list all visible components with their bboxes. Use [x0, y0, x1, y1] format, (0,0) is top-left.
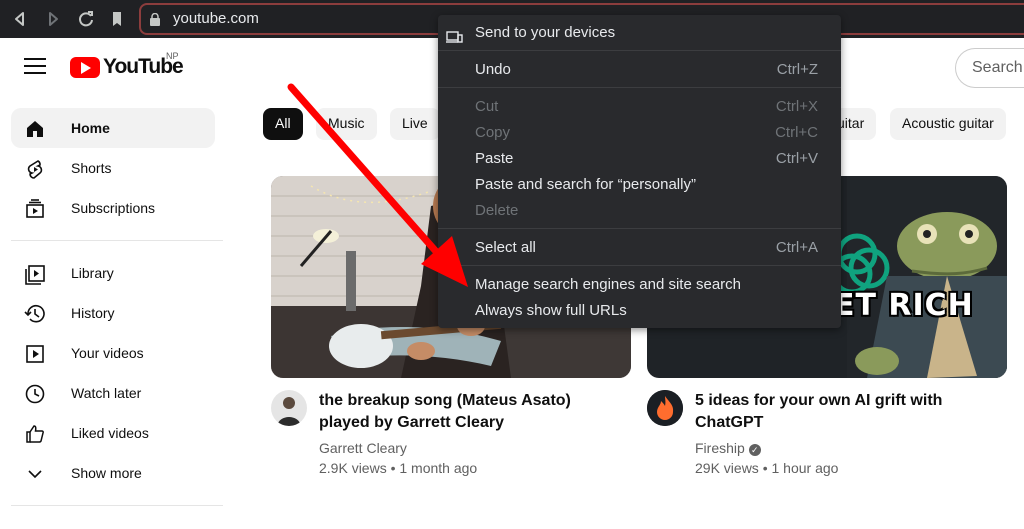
country-code: NP: [166, 51, 179, 61]
sidebar-item-label: Home: [71, 120, 110, 136]
sidebar-divider: [11, 505, 223, 506]
menu-item-paste[interactable]: Paste Ctrl+V: [438, 146, 841, 172]
url-text[interactable]: youtube.com: [173, 10, 259, 27]
sidebar-item-watch-later[interactable]: Watch later: [11, 373, 215, 413]
menu-item-label: Delete: [475, 202, 519, 219]
sidebar-item-history[interactable]: History: [11, 293, 215, 333]
hamburger-menu-icon[interactable]: [24, 58, 46, 78]
menu-item-copy: Copy Ctrl+C: [438, 120, 841, 146]
sidebar-item-label: Shorts: [71, 160, 112, 176]
shorts-icon: [24, 158, 46, 180]
watch-later-icon: [24, 383, 46, 405]
channel-name[interactable]: Garrett Cleary: [319, 440, 407, 456]
menu-item-label: Paste and search for “personally”: [475, 176, 696, 193]
menu-item-undo[interactable]: Undo Ctrl+Z: [438, 57, 841, 83]
sidebar-divider: [11, 240, 223, 241]
sidebar-item-label: Show more: [71, 465, 142, 481]
video-title[interactable]: 5 ideas for your own AI grift with ChatG…: [695, 390, 942, 434]
chip-all[interactable]: All: [263, 108, 303, 140]
sidebar-item-label: History: [71, 305, 115, 321]
search-placeholder: Search: [972, 59, 1023, 76]
menu-item-always-show-full-urls[interactable]: Always show full URLs: [438, 298, 841, 324]
channel-avatar[interactable]: [647, 390, 683, 426]
thumbnail-text: ET RICH: [834, 288, 974, 323]
menu-item-paste-and-search[interactable]: Paste and search for “personally”: [438, 172, 841, 198]
sidebar-item-liked-videos[interactable]: Liked videos: [11, 413, 215, 453]
your-videos-icon: [24, 343, 46, 365]
sidebar-item-shorts[interactable]: Shorts: [11, 148, 215, 188]
menu-item-label: Select all: [475, 239, 536, 256]
menu-item-shortcut: Ctrl+X: [775, 98, 818, 115]
subscriptions-icon: [24, 198, 46, 220]
lock-icon: [150, 13, 160, 26]
search-input[interactable]: Search: [955, 48, 1024, 88]
devices-icon: [446, 31, 463, 43]
menu-item-send-to-devices[interactable]: Send to your devices: [438, 20, 841, 46]
sidebar-item-label: Watch later: [71, 385, 142, 401]
chip-acoustic-guitar[interactable]: Acoustic guitar: [890, 108, 1006, 140]
chip-live[interactable]: Live: [390, 108, 440, 140]
chip-music[interactable]: Music: [316, 108, 377, 140]
video-title-line: ChatGPT: [695, 414, 764, 431]
video-title-line: played by Garrett Cleary: [319, 414, 504, 431]
menu-separator: [438, 228, 841, 229]
chevron-down-icon: [24, 463, 46, 485]
menu-separator: [438, 87, 841, 88]
menu-item-label: Undo: [475, 61, 511, 78]
channel-name-text: Fireship: [695, 440, 745, 456]
menu-item-label: Send to your devices: [475, 24, 616, 41]
menu-separator: [438, 50, 841, 51]
bookmark-icon[interactable]: [106, 8, 128, 30]
menu-item-shortcut: Ctrl+A: [775, 239, 818, 256]
menu-item-label: Manage search engines and site search: [475, 276, 742, 293]
home-icon: [24, 118, 46, 140]
menu-item-delete: Delete: [438, 198, 841, 224]
menu-item-shortcut: Ctrl+C: [775, 124, 818, 141]
menu-item-cut: Cut Ctrl+X: [438, 94, 841, 120]
menu-item-manage-search-engines[interactable]: Manage search engines and site search: [438, 272, 841, 298]
reload-icon[interactable]: [75, 8, 97, 30]
menu-item-shortcut: Ctrl+V: [775, 150, 818, 167]
video-title[interactable]: the breakup song (Mateus Asato) played b…: [319, 390, 571, 434]
verified-check-icon: ✓: [748, 444, 761, 456]
back-icon[interactable]: [9, 8, 31, 30]
video-title-line: the breakup song (Mateus Asato): [319, 392, 571, 409]
sidebar-item-label: Your videos: [71, 345, 144, 361]
liked-videos-icon: [24, 423, 46, 445]
forward-icon[interactable]: [42, 8, 64, 30]
sidebar-item-library[interactable]: Library: [11, 253, 215, 293]
video-meta: 2.9K views • 1 month ago: [319, 460, 478, 476]
library-icon: [24, 263, 46, 285]
history-icon: [24, 303, 46, 325]
sidebar-item-your-videos[interactable]: Your videos: [11, 333, 215, 373]
sidebar-item-show-more[interactable]: Show more: [11, 453, 215, 493]
video-title-line: 5 ideas for your own AI grift with: [695, 392, 943, 409]
sidebar-item-label: Subscriptions: [71, 200, 156, 216]
context-menu: Send to your devices Undo Ctrl+Z Cut Ctr…: [438, 15, 841, 328]
sidebar-item-subscriptions[interactable]: Subscriptions: [11, 188, 215, 228]
channel-avatar[interactable]: [271, 390, 307, 426]
sidebar-item-label: Library: [71, 265, 114, 281]
menu-item-select-all[interactable]: Select all Ctrl+A: [438, 235, 841, 261]
menu-separator: [438, 265, 841, 266]
menu-item-label: Cut: [475, 98, 499, 115]
menu-item-label: Copy: [475, 124, 511, 141]
video-meta: 29K views • 1 hour ago: [695, 460, 839, 476]
menu-item-label: Paste: [475, 150, 514, 167]
youtube-play-icon: [70, 57, 100, 78]
channel-name[interactable]: Fireship ✓: [695, 440, 761, 456]
menu-item-shortcut: Ctrl+Z: [776, 61, 818, 78]
sidebar-item-home[interactable]: Home: [11, 108, 215, 148]
menu-item-label: Always show full URLs: [475, 302, 627, 319]
fire-icon: [647, 390, 683, 426]
sidebar-item-label: Liked videos: [71, 425, 149, 441]
